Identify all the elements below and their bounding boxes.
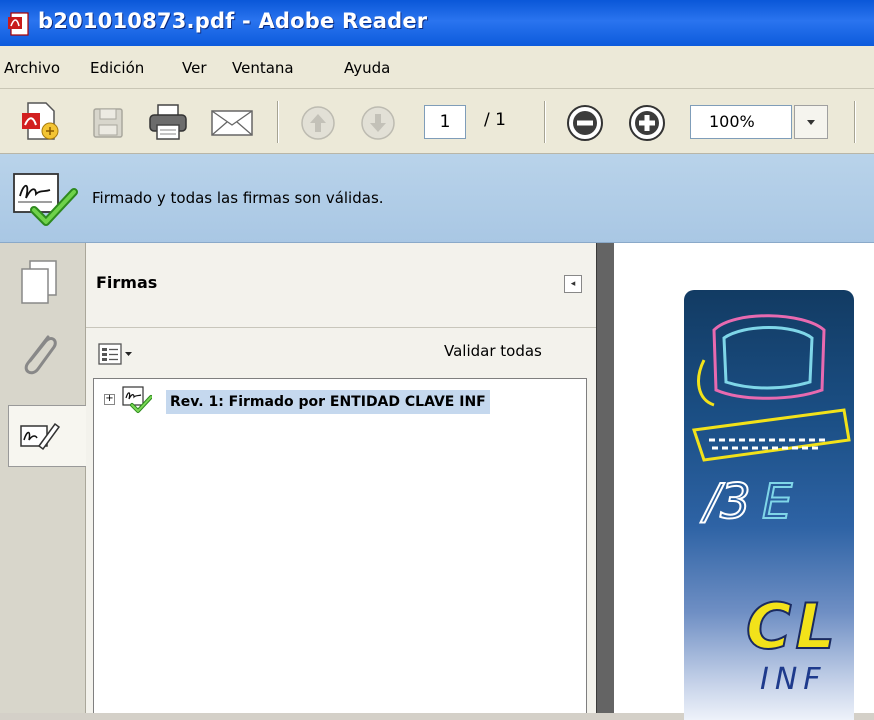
save-icon[interactable] (92, 107, 124, 139)
menu-ventana[interactable]: Ventana (232, 59, 294, 77)
menu-ayuda[interactable]: Ayuda (344, 59, 390, 77)
toolbar-separator (277, 101, 279, 143)
signature-valid-icon (122, 386, 152, 413)
previous-page-icon[interactable] (300, 105, 336, 141)
signature-status-text: Firmado y todas las firmas son válidas. (92, 189, 384, 207)
pdf-file-icon (8, 12, 29, 36)
menu-ver[interactable]: Ver (182, 59, 207, 77)
panel-splitter[interactable] (596, 243, 615, 713)
zoom-level-field[interactable]: 100% (690, 105, 792, 139)
attachments-tab[interactable] (8, 323, 72, 385)
pages-tab[interactable] (8, 249, 72, 311)
toolbar-separator (544, 101, 546, 143)
toolbar-separator (854, 101, 856, 143)
logo-subtext: INF (760, 662, 827, 697)
svg-text:E: E (762, 474, 793, 530)
validate-all-button[interactable]: Validar todas (444, 342, 542, 360)
navigation-panel (0, 243, 86, 713)
menu-edicion[interactable]: Edición (90, 59, 144, 77)
collapse-panel-button[interactable]: ◂ (564, 275, 582, 293)
menu-archivo[interactable]: Archivo (4, 59, 60, 77)
email-icon[interactable] (210, 109, 254, 137)
title-bar: b201010873.pdf - Adobe Reader (0, 0, 874, 46)
panel-title: Firmas (96, 273, 158, 292)
zoom-in-icon[interactable] (628, 104, 666, 142)
options-menu-icon[interactable] (98, 342, 136, 366)
panel-divider (86, 327, 596, 328)
svg-text:/3: /3 (700, 474, 751, 530)
zoom-out-icon[interactable] (566, 104, 604, 142)
chevron-down-icon (807, 120, 815, 125)
signatures-tree: + Rev. 1: Firmado por ENTIDAD CLAVE INF (93, 378, 587, 713)
page-total-label: / 1 (484, 110, 506, 130)
logo-brand-text: CL (745, 589, 840, 664)
signatures-panel: Firmas ◂ Validar todas + Rev. 1: Firmado… (86, 243, 596, 713)
window-title: b201010873.pdf - Adobe Reader (38, 9, 428, 33)
signature-item-label[interactable]: Rev. 1: Firmado por ENTIDAD CLAVE INF (166, 390, 490, 414)
pages-icon (21, 260, 57, 304)
toolbar: 1 / 1 100% (0, 89, 874, 154)
signatures-tab[interactable] (8, 405, 86, 467)
signature-status-bar: Firmado y todas las firmas son válidas. (0, 154, 874, 243)
document-logo-image: /3 E CL INF (684, 290, 854, 720)
page-number-input[interactable]: 1 (424, 105, 466, 139)
signature-pen-icon (20, 422, 61, 451)
signature-valid-icon (13, 173, 78, 226)
create-pdf-icon[interactable] (22, 101, 60, 143)
document-view: /3 E CL INF (614, 243, 874, 720)
menu-bar: Archivo Edición Ver Ventana Ayuda (0, 46, 874, 89)
paperclip-icon (24, 335, 57, 375)
expand-icon[interactable]: + (104, 394, 115, 405)
next-page-icon[interactable] (360, 105, 396, 141)
print-icon[interactable] (148, 103, 188, 141)
zoom-dropdown-button[interactable] (794, 105, 828, 139)
